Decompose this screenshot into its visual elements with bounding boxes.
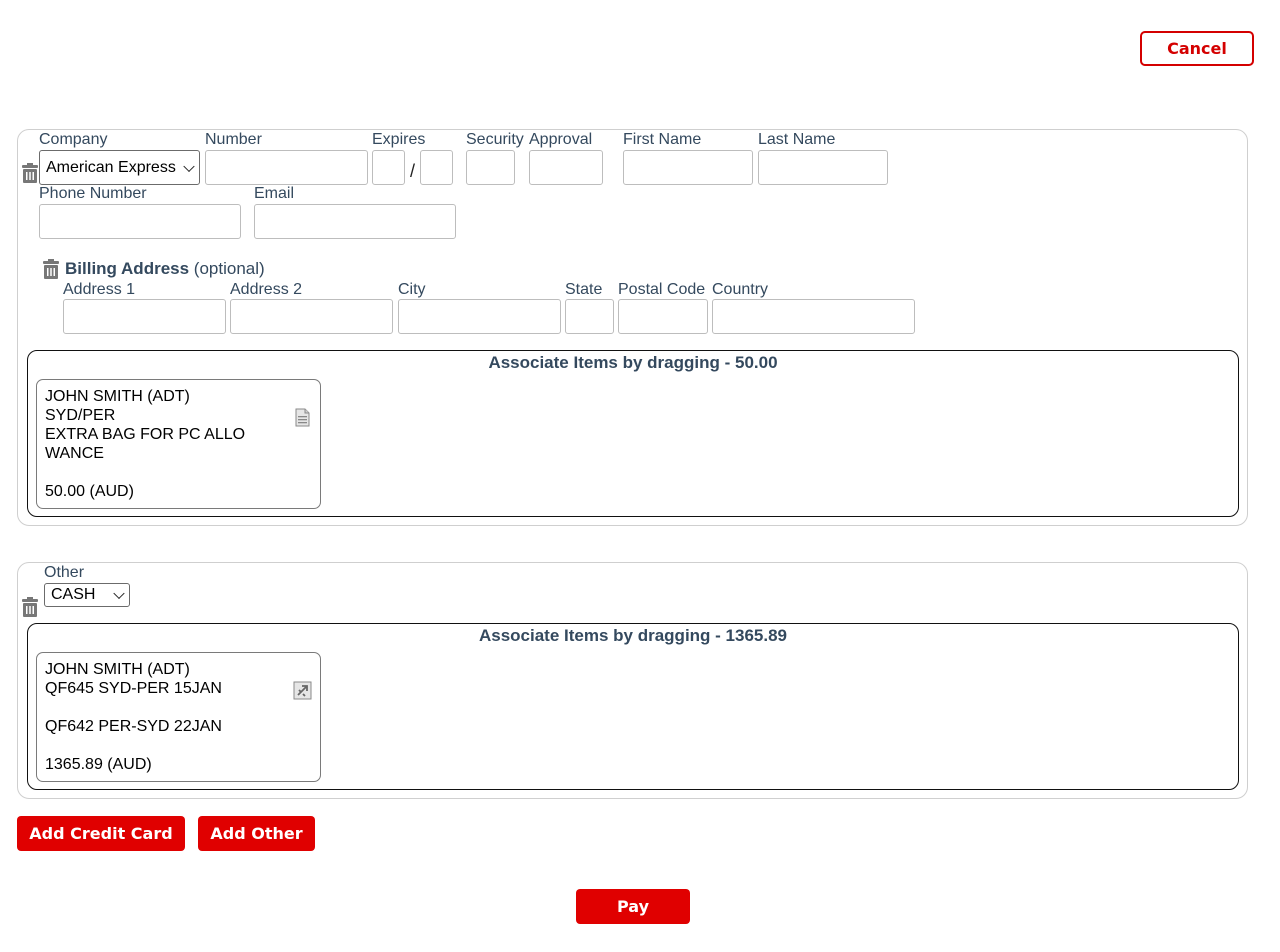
document-icon (295, 408, 310, 427)
associated-item-card[interactable]: JOHN SMITH (ADT) QF645 SYD-PER 15JAN QF6… (36, 652, 321, 782)
chevron-down-icon (183, 160, 195, 172)
flight-icon (293, 681, 312, 700)
billing-address-heading: Billing Address (optional) (65, 259, 265, 279)
item-line: QF645 SYD-PER 15JAN (45, 680, 222, 697)
address1-label: Address 1 (63, 281, 136, 298)
delete-other-trash-icon[interactable] (22, 597, 38, 617)
item-line (45, 463, 312, 482)
other-payment-panel: Other CASH Associate Items by dragging -… (17, 562, 1248, 799)
billing-address-title: Billing Address (65, 259, 190, 278)
email-input[interactable] (254, 204, 456, 239)
city-input[interactable] (398, 299, 561, 334)
country-input[interactable] (712, 299, 915, 334)
associated-item-card[interactable]: JOHN SMITH (ADT) SYD/PER EXTRA BAG FOR P… (36, 379, 321, 509)
email-label: Email (254, 185, 295, 202)
other-label: Other (44, 564, 85, 581)
item-line (45, 736, 312, 755)
company-select[interactable]: American Express (39, 150, 200, 185)
associate-items-dropzone[interactable]: Associate Items by dragging - 1365.89 JO… (27, 623, 1239, 790)
expiry-separator: / (410, 161, 416, 181)
address2-input[interactable] (230, 299, 393, 334)
security-label: Security (466, 131, 524, 148)
postal-code-input[interactable] (618, 299, 708, 334)
first-name-input[interactable] (623, 150, 753, 185)
number-label: Number (205, 131, 262, 148)
expiry-month-input[interactable] (372, 150, 405, 185)
billing-optional-note: (optional) (193, 259, 265, 278)
approval-label: Approval (529, 131, 593, 148)
state-input[interactable] (565, 299, 614, 334)
phone-label: Phone Number (39, 185, 147, 202)
state-label: State (565, 281, 603, 298)
delete-card-trash-icon[interactable] (22, 163, 38, 183)
cancel-button[interactable]: Cancel (1140, 31, 1254, 66)
security-code-input[interactable] (466, 150, 515, 185)
expiry-year-input[interactable] (420, 150, 453, 185)
item-line: SYD/PER (45, 407, 116, 424)
associate-items-title: Associate Items by dragging - 1365.89 (478, 626, 787, 645)
add-other-button[interactable]: Add Other (198, 816, 315, 851)
pay-button[interactable]: Pay (576, 889, 690, 924)
approval-input[interactable] (529, 150, 603, 185)
last-name-input[interactable] (758, 150, 888, 185)
item-line: EXTRA BAG FOR PC ALLO (45, 426, 246, 443)
credit-card-panel: Company American Express Number Expires … (17, 129, 1248, 526)
item-line: WANCE (45, 445, 104, 462)
company-label: Company (39, 131, 108, 148)
delete-billing-trash-icon[interactable] (43, 259, 59, 279)
address1-input[interactable] (63, 299, 226, 334)
card-number-input[interactable] (205, 150, 368, 185)
add-credit-card-button[interactable]: Add Credit Card (17, 816, 185, 851)
item-line (45, 698, 312, 717)
item-amount: 1365.89 (AUD) (45, 756, 152, 773)
associate-items-dropzone[interactable]: Associate Items by dragging - 50.00 JOHN… (27, 350, 1239, 517)
postal-code-label: Postal Code (618, 281, 706, 298)
associate-items-title: Associate Items by dragging - 50.00 (488, 353, 778, 372)
phone-input[interactable] (39, 204, 241, 239)
item-amount: 50.00 (AUD) (45, 483, 134, 500)
address2-label: Address 2 (230, 281, 303, 298)
first-name-label: First Name (623, 131, 702, 148)
expires-label: Expires (372, 131, 426, 148)
other-select-value: CASH (51, 586, 96, 603)
country-label: Country (712, 281, 769, 298)
chevron-down-icon (113, 587, 125, 600)
city-label: City (398, 281, 426, 298)
item-line: JOHN SMITH (ADT) (45, 388, 190, 405)
company-select-value: American Express (46, 158, 176, 176)
item-line: QF642 PER-SYD 22JAN (45, 718, 222, 735)
last-name-label: Last Name (758, 131, 836, 148)
other-payment-select[interactable]: CASH (44, 583, 130, 607)
item-line: JOHN SMITH (ADT) (45, 661, 190, 678)
